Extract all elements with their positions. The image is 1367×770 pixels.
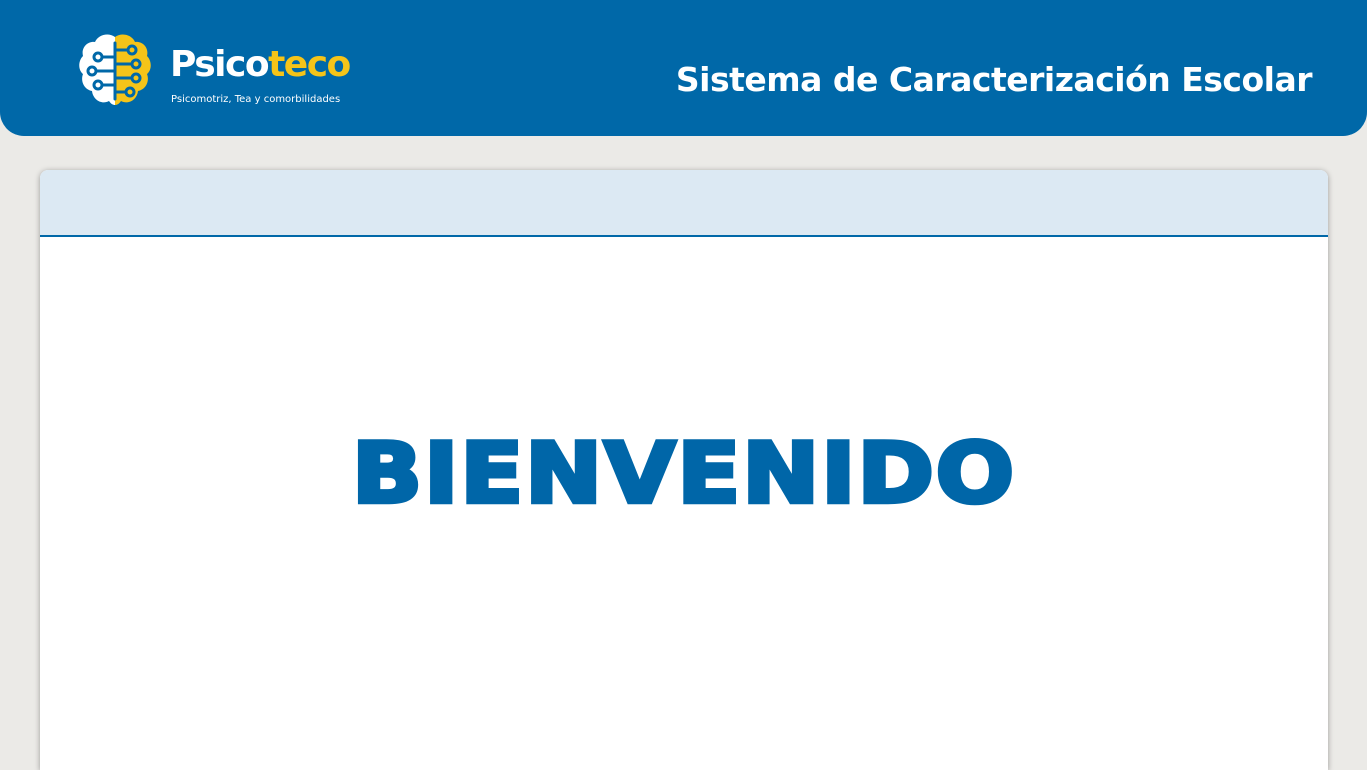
psicoteco-logo[interactable]: Psicoteco Psicomotriz, Tea y comorbilida… <box>78 33 351 109</box>
brand-name-part1: Psico <box>170 44 270 85</box>
system-title: Sistema de Caracterización Escolar <box>675 60 1313 99</box>
welcome-heading: BIENVENIDO <box>349 425 1017 522</box>
main-card: BIENVENIDO <box>40 170 1328 770</box>
brand-name: Psicoteco <box>170 44 351 85</box>
top-header: Psicoteco Psicomotriz, Tea y comorbilida… <box>0 0 1367 136</box>
brand-tagline: Psicomotriz, Tea y comorbilidades <box>171 94 341 105</box>
card-header <box>40 170 1328 237</box>
brain-circuit-icon <box>79 34 151 105</box>
brand-name-part2: teco <box>268 44 351 85</box>
